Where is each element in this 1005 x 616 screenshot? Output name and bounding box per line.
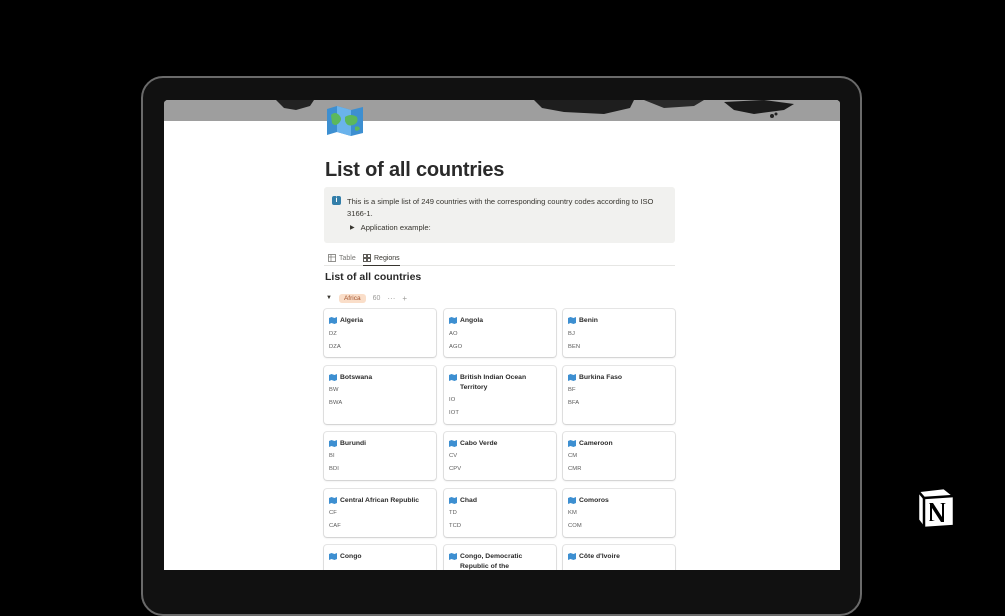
card-alpha3: TCD: [449, 523, 462, 529]
group-count: 60: [372, 294, 381, 302]
card-alpha3: BFA: [568, 400, 580, 406]
gallery-icon: [363, 254, 371, 262]
tab-regions[interactable]: Regions: [363, 251, 400, 266]
info-callout: i This is a simple list of 249 countries…: [324, 187, 675, 243]
card-title: Congo: [340, 553, 362, 560]
gallery-card[interactable]: Burkina Faso BF BFA: [563, 366, 675, 424]
callout-text: This is a simple list of 249 countries w…: [347, 197, 654, 218]
gallery-card[interactable]: Congo: [324, 545, 436, 570]
card-alpha2: AO: [449, 331, 458, 337]
card-alpha3: BDI: [329, 466, 339, 472]
map-icon: [568, 317, 576, 324]
map-icon: [449, 374, 457, 381]
card-title: Côte d'Ivoire: [579, 553, 620, 560]
tab-table[interactable]: Table: [328, 251, 356, 265]
card-alpha3: AGO: [449, 344, 463, 350]
map-icon: [568, 374, 576, 381]
card-alpha2: DZ: [329, 331, 337, 337]
gallery-card[interactable]: Côte d'Ivoire: [563, 545, 675, 570]
card-title: Botswana: [340, 374, 373, 381]
database-view-tabs: Table Regions: [324, 245, 675, 266]
card-alpha3: DZA: [329, 344, 341, 350]
map-icon: [329, 553, 337, 560]
card-title: Benin: [579, 317, 598, 324]
table-icon: [328, 254, 336, 262]
card-alpha2: CM: [568, 453, 578, 459]
gallery-card[interactable]: Central African Republic CF CAF: [324, 489, 436, 537]
card-title: Burkina Faso: [579, 374, 623, 381]
gallery-card[interactable]: British Indian Ocean Territory IO IOT: [444, 366, 556, 424]
cover-image: [164, 100, 840, 121]
toggle-label: Application example:: [360, 223, 431, 232]
notion-logo-icon: [914, 486, 958, 530]
gallery-card[interactable]: Cabo Verde CV CPV: [444, 432, 556, 480]
group-more-icon[interactable]: ···: [387, 294, 395, 303]
card-alpha2: BW: [329, 387, 339, 393]
map-icon: [329, 317, 337, 324]
group-tag[interactable]: Africa: [338, 293, 366, 303]
group-header-africa: ▼ Africa 60 ··· +: [326, 292, 407, 304]
tab-table-label: Table: [339, 254, 356, 262]
card-alpha2: CF: [329, 510, 337, 516]
card-title: Comoros: [579, 497, 609, 504]
group-add-icon[interactable]: +: [402, 294, 407, 303]
map-icon: [329, 440, 337, 447]
gallery-card[interactable]: Algeria DZ DZA: [324, 309, 436, 357]
map-icon: [449, 317, 457, 324]
map-icon: [568, 440, 576, 447]
application-example-toggle[interactable]: ▶ Application example:: [350, 223, 431, 232]
notion-page: List of all countries i This is a simple…: [164, 100, 840, 570]
card-alpha2: BI: [329, 453, 335, 459]
gallery-card[interactable]: Angola AO AGO: [444, 309, 556, 357]
database-title: List of all countries: [325, 271, 422, 283]
card-alpha2: CV: [449, 453, 458, 459]
card-alpha3: CAF: [329, 523, 341, 529]
card-alpha3: CPV: [449, 466, 462, 472]
card-title: British Indian Ocean Territory: [460, 374, 527, 391]
card-title: Chad: [460, 497, 477, 504]
group-collapse-icon[interactable]: ▼: [326, 295, 332, 301]
tab-regions-label: Regions: [374, 254, 400, 262]
map-icon: [449, 440, 457, 447]
card-title: Angola: [460, 317, 484, 324]
gallery-card[interactable]: Congo, Democratic Republic of the: [444, 545, 556, 570]
folded-map-icon: [325, 105, 365, 137]
card-alpha3: COM: [568, 523, 582, 529]
card-alpha2: KM: [568, 510, 577, 516]
card-alpha2: BF: [568, 387, 576, 393]
card-alpha3: BWA: [329, 400, 343, 406]
map-icon: [449, 553, 457, 560]
info-icon: i: [332, 196, 341, 205]
card-alpha3: BEN: [568, 344, 581, 350]
card-alpha3: IOT: [449, 410, 459, 416]
card-title: Congo, Democratic Republic of the: [460, 553, 523, 570]
card-title: Cabo Verde: [460, 440, 498, 447]
map-icon: [568, 553, 576, 560]
gallery-card[interactable]: Benin BJ BEN: [563, 309, 675, 357]
card-title: Burundi: [340, 440, 367, 447]
card-alpha3: CMR: [568, 466, 582, 472]
gallery-card[interactable]: Chad TD TCD: [444, 489, 556, 537]
card-title: Algeria: [340, 317, 364, 324]
map-icon: [568, 497, 576, 504]
card-title: Central African Republic: [340, 497, 420, 504]
card-title: Cameroon: [579, 440, 613, 447]
map-icon: [449, 497, 457, 504]
page-title: List of all countries: [325, 159, 505, 181]
card-alpha2: BJ: [568, 331, 575, 337]
map-icon: [329, 497, 337, 504]
gallery-card[interactable]: Botswana BW BWA: [324, 366, 436, 424]
gallery-card[interactable]: Comoros KM COM: [563, 489, 675, 537]
gallery-card[interactable]: Burundi BI BDI: [324, 432, 436, 480]
card-alpha2: IO: [449, 397, 456, 403]
gallery-card[interactable]: Cameroon CM CMR: [563, 432, 675, 480]
toggle-triangle-icon[interactable]: ▶: [350, 224, 355, 231]
map-icon: [329, 374, 337, 381]
card-alpha2: TD: [449, 510, 457, 516]
